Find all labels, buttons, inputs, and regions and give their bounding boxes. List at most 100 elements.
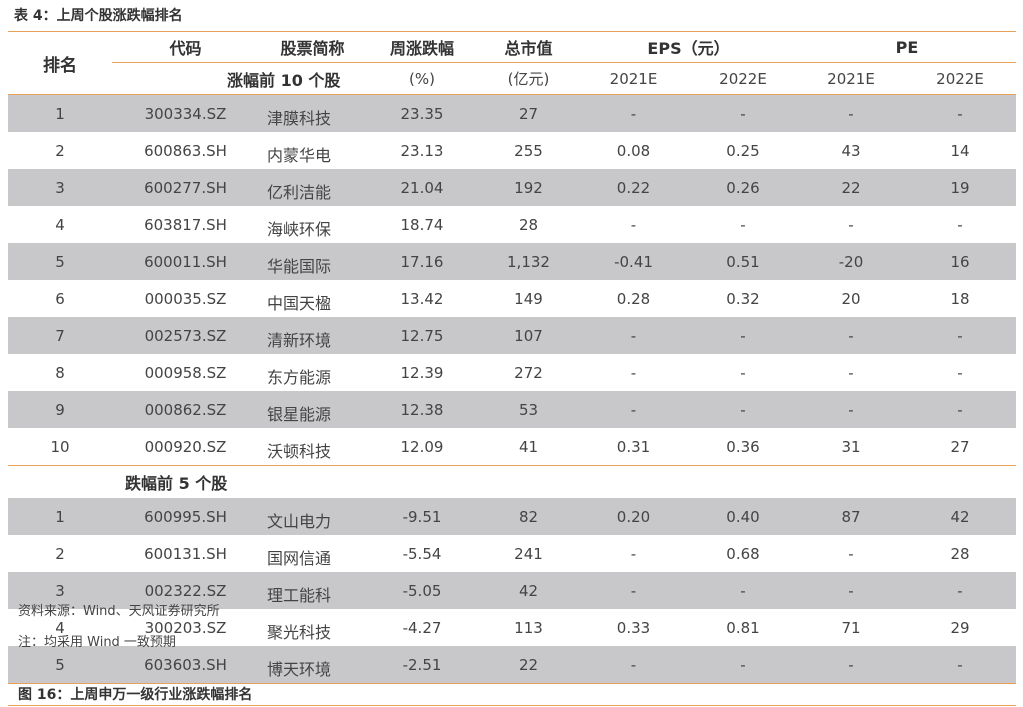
pe-2021-cell: 71 [841,618,861,637]
name-cell: 文山电力 [259,498,366,535]
losers-group-label: 跌幅前 5 个股 [112,465,366,498]
pe-2021-cell: - [798,317,904,354]
code-cell: 002573.SZ [112,317,259,354]
name-cell: 东方能源 [267,367,332,387]
table-row: 5 603603.SH 博天环境 -2.51 22- - - - [8,646,1016,684]
eps-2022-cell: 0.40 [688,498,798,535]
rank-cell: 2 [55,141,65,160]
name-cell: 津膜科技 [259,94,366,132]
eps-2022-cell: 0.68 [726,544,760,563]
pe-2021-cell: - [798,94,904,132]
pe-2022-cell: 29 [950,618,970,637]
rank-cell: 8 [55,363,65,382]
pe-2021-header: 2021E [798,62,904,95]
name-cell: 聚光科技 [267,622,332,642]
pe-2022-cell: 14 [950,141,970,160]
mcap-unit: (亿元) [478,62,579,95]
mcap-cell: 192 [478,169,579,206]
eps-2021-cell: 0.28 [616,289,651,308]
pe-2022-cell: - [904,572,1016,609]
change-cell: -9.51 [366,498,478,535]
mcap-cell: 241 [514,544,543,563]
rank-cell: 7 [8,317,112,354]
pe-2022-cell: 19 [904,169,1016,206]
change-cell: -4.27 [402,618,442,637]
table-row: 9 000862.SZ 银星能源 12.38 53- - - - [8,391,1016,428]
pe-2021-cell: - [798,646,904,684]
pe-2022-cell: - [904,646,1016,684]
code-cell: 000920.SZ [112,428,259,466]
mcap-cell: 82 [478,498,579,535]
eps-2021-cell: 0.33 [616,618,651,637]
change-cell: 12.09 [366,428,478,466]
name-cell: 银星能源 [259,391,366,428]
col-header-rank: 排名 [8,32,112,95]
pe-2021-cell: 31 [798,428,904,466]
pe-2022-cell: 16 [904,243,1016,280]
eps-2021-cell: -0.41 [579,243,688,280]
col-header-pe: PE [895,37,919,57]
pe-2021-cell: 20 [841,289,861,308]
pe-2021-cell: - [798,572,904,609]
losers-group-row: 跌幅前 5 个股 [8,465,1016,498]
change-cell: 12.39 [400,363,444,382]
code-cell: 600131.SH [144,544,227,563]
eps-2022-cell: - [740,215,746,234]
header-row-2: 涨幅前 10 个股 (%) (亿元) 2021E 2022E 2021E 202… [8,62,1016,95]
mcap-cell: 272 [514,363,543,382]
eps-2022-header: 2022E [688,62,798,95]
table-row: 6 000035.SZ 中国天楹 13.42 149 0.28 0.32 20 18 [8,280,1016,317]
mcap-cell: 28 [518,215,539,234]
eps-2022-cell: - [688,317,798,354]
table-row: 3 600277.SH 亿利洁能 21.04 192 0.22 0.26 22 19 [8,169,1016,206]
table-row: 2 600131.SH 国网信通 -5.54 241 - 0.68 - 28 [8,535,1016,572]
eps-2021-cell: 0.22 [579,169,688,206]
pe-2022-cell: - [904,317,1016,354]
rank-cell: 10 [8,428,112,466]
source-note: 资料来源：Wind、天风证券研究所 [18,604,220,619]
pe-2022-cell: 18 [950,289,970,308]
next-figure-title: 图 16：上周申万一级行业涨跌幅排名 [18,687,253,703]
eps-2021-cell: - [630,363,637,382]
eps-2021-cell: - [579,391,688,428]
col-header-change: 周涨跌幅 [389,39,454,58]
eps-2021-header: 2021E [579,62,688,95]
code-cell: 300334.SZ [112,94,259,132]
rank-cell: 1 [8,498,112,535]
mcap-cell: 1,132 [478,243,579,280]
rank-cell: 4 [55,215,65,234]
eps-2022-cell: - [688,572,798,609]
name-cell: 内蒙华电 [267,145,332,165]
name-cell: 中国天楹 [267,293,332,313]
col-header-name: 股票简称 [280,39,345,58]
code-cell: 600277.SH [112,169,259,206]
code-cell: 600995.SH [112,498,259,535]
rank-cell: 6 [55,289,65,308]
eps-2021-cell: - [630,544,637,563]
mcap-cell: 42 [478,572,579,609]
table-row: 7 002573.SZ 清新环境 12.75 107- - - - [8,317,1016,354]
table-row: 8 000958.SZ 东方能源 12.39 272 - - - - [8,354,1016,391]
pe-2021-cell: 22 [798,169,904,206]
table-row: 1 600995.SH 文山电力 -9.51 82 0.20 0.40 87 42 [8,498,1016,535]
pe-2021-cell: - [848,363,854,382]
mcap-cell: 255 [514,141,543,160]
change-cell: 12.38 [366,391,478,428]
eps-2021-cell: - [630,215,637,234]
change-cell: 18.74 [400,215,444,234]
rank-cell: 9 [8,391,112,428]
table-row: 4 603817.SH 海峡环保 18.74 28 - - - - [8,206,1016,243]
code-cell: 600011.SH [112,243,259,280]
footnote: 注：均采用 Wind 一致预期 [18,635,176,650]
pe-2021-cell: - [798,391,904,428]
eps-2022-cell: 0.51 [688,243,798,280]
mcap-cell: 22 [478,646,579,684]
eps-2022-cell: 0.26 [688,169,798,206]
change-unit: (%) [366,62,478,95]
col-header-mcap: 总市值 [504,39,553,58]
code-cell: 603817.SH [144,215,227,234]
eps-2021-cell: 0.20 [579,498,688,535]
code-cell: 000035.SZ [144,289,227,308]
pe-2022-cell: - [904,391,1016,428]
change-cell: -2.51 [366,646,478,684]
